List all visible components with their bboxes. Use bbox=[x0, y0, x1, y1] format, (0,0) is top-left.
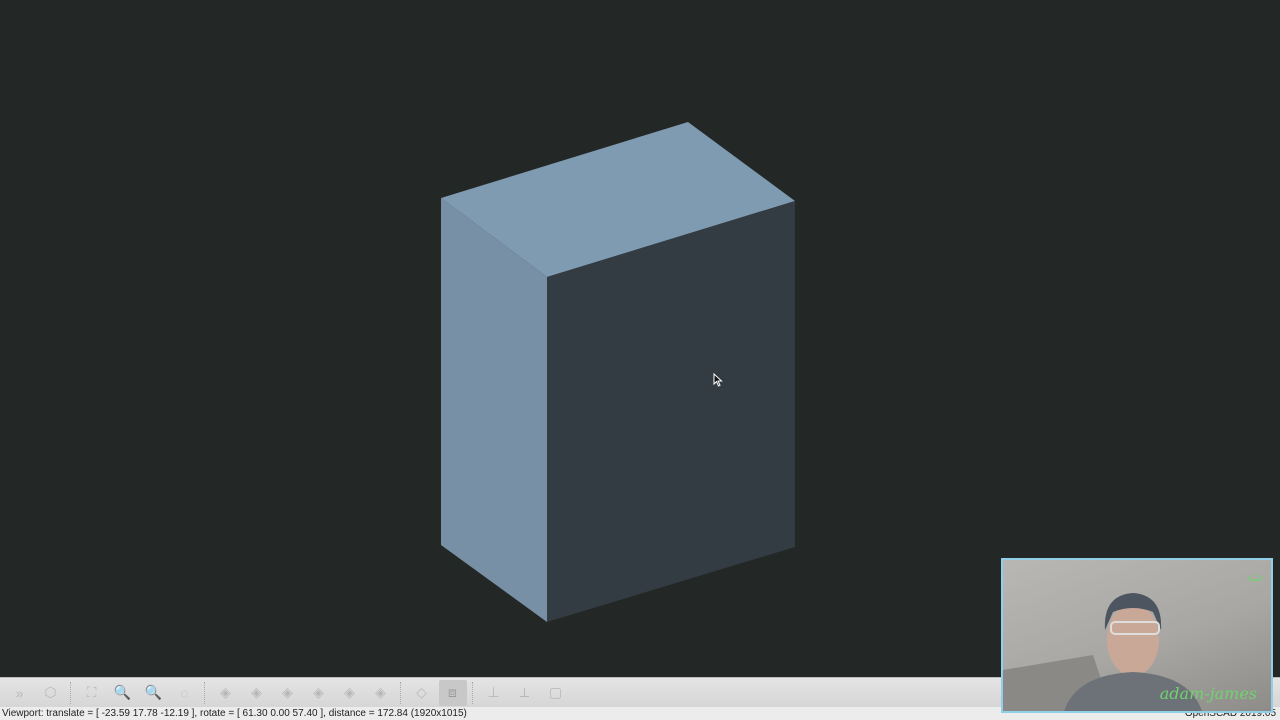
toolbar-separator bbox=[472, 681, 474, 704]
view-bottom-button[interactable]: ◈ bbox=[274, 680, 302, 706]
show-scale-markers-button[interactable]: ⟂ bbox=[511, 680, 539, 706]
perspective-icon: ◇ bbox=[416, 684, 427, 700]
zoom-in-icon: 🔍 bbox=[113, 684, 132, 700]
view-top-button[interactable]: ◈ bbox=[243, 680, 271, 706]
show-axes-icon: ⊥ bbox=[487, 684, 500, 700]
show-edges-icon: ▢ bbox=[548, 684, 563, 700]
view-bottom-icon: ◈ bbox=[282, 684, 293, 700]
toolbar-separator bbox=[400, 681, 402, 704]
zoom-out-icon: 🔍 bbox=[144, 684, 163, 700]
view-right-icon: ◈ bbox=[220, 684, 231, 700]
show-axes-button[interactable]: ⊥ bbox=[480, 680, 508, 706]
view-front-button[interactable]: ◈ bbox=[336, 680, 364, 706]
orthogonal-icon: ⧈ bbox=[448, 684, 457, 700]
view-right-button[interactable]: ◈ bbox=[212, 680, 240, 706]
render-preview-button[interactable]: » bbox=[6, 680, 34, 706]
render-icon: ⬡ bbox=[44, 684, 57, 700]
view-left-icon: ◈ bbox=[313, 684, 324, 700]
view-back-button[interactable]: ◈ bbox=[367, 680, 395, 706]
render-button[interactable]: ⬡ bbox=[37, 680, 65, 706]
reset-view-button[interactable]: ◌ bbox=[171, 680, 199, 706]
view-back-icon: ◈ bbox=[375, 684, 386, 700]
zoom-in-button[interactable]: 🔍 bbox=[109, 680, 137, 706]
webcam-overlay: ت adam-james bbox=[1001, 558, 1273, 713]
presenter-name: adam-james bbox=[1159, 684, 1257, 703]
perspective-button[interactable]: ◇ bbox=[408, 680, 436, 706]
mouse-cursor-icon bbox=[713, 373, 723, 387]
toolbar-separator bbox=[204, 681, 206, 704]
render-preview-icon: » bbox=[15, 684, 24, 701]
show-scale-markers-icon: ⟂ bbox=[519, 684, 530, 700]
orthogonal-button[interactable]: ⧈ bbox=[438, 679, 467, 706]
zoom-out-button[interactable]: 🔍 bbox=[140, 680, 168, 706]
show-edges-button[interactable]: ▢ bbox=[542, 680, 570, 706]
toolbar-separator bbox=[70, 681, 72, 704]
channel-logo: ت bbox=[1247, 568, 1263, 585]
view-front-icon: ◈ bbox=[344, 684, 355, 700]
view-all-icon: ⛶ bbox=[86, 684, 97, 700]
reset-view-icon: ◌ bbox=[180, 684, 189, 701]
view-top-icon: ◈ bbox=[251, 684, 262, 700]
view-left-button[interactable]: ◈ bbox=[305, 680, 333, 706]
view-all-button[interactable]: ⛶ bbox=[78, 680, 106, 706]
viewport-status-text: Viewport: translate = [ -23.59 17.78 -12… bbox=[2, 708, 467, 719]
